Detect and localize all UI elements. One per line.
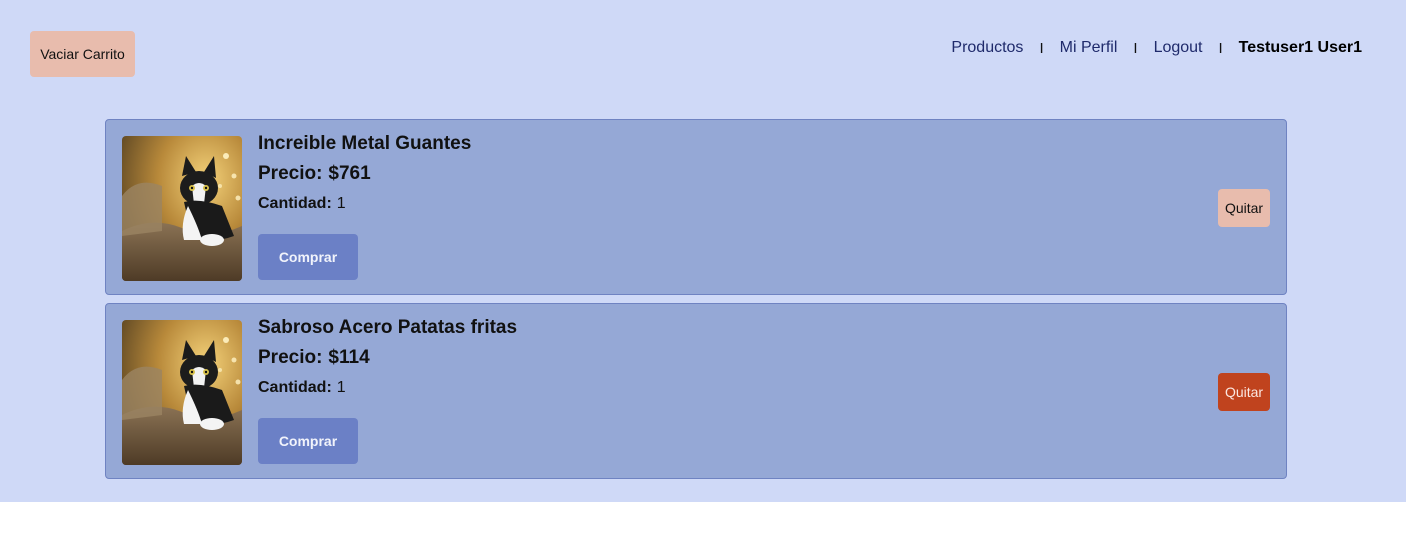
current-user-name: Testuser1 User1 <box>1238 39 1362 56</box>
nav-link-products[interactable]: Productos <box>951 39 1023 57</box>
nav-separator: I <box>1133 39 1138 57</box>
top-nav: Productos I Mi Perfil I Logout I Testuse… <box>951 37 1362 59</box>
buy-button[interactable]: Comprar <box>258 234 358 280</box>
cart-item: Sabroso Acero Patatas fritas Precio: $114… <box>105 303 1287 479</box>
product-quantity: Cantidad: 1 <box>258 195 346 213</box>
quantity-label: Cantidad: <box>258 195 332 212</box>
remove-button[interactable]: Quitar <box>1218 189 1270 227</box>
remove-button[interactable]: Quitar <box>1218 373 1270 411</box>
quantity-value: 1 <box>336 379 346 396</box>
price-label: Precio: <box>258 347 323 368</box>
nav-separator: I <box>1039 39 1044 57</box>
price-value: $114 <box>328 347 370 368</box>
cat-photo-icon <box>122 320 242 465</box>
nav-link-profile[interactable]: Mi Perfil <box>1060 39 1118 57</box>
cat-photo-icon <box>122 136 242 281</box>
nav-link-logout[interactable]: Logout <box>1154 39 1203 57</box>
empty-cart-button[interactable]: Vaciar Carrito <box>30 31 135 77</box>
product-price: Precio: $761 <box>258 163 371 185</box>
cart-page: Vaciar Carrito Productos I Mi Perfil I L… <box>0 0 1406 502</box>
quantity-label: Cantidad: <box>258 379 332 396</box>
product-image <box>122 136 242 281</box>
price-value: $761 <box>328 163 371 184</box>
product-quantity: Cantidad: 1 <box>258 379 346 397</box>
product-name: Increible Metal Guantes <box>258 133 472 154</box>
product-price: Precio: $114 <box>258 347 370 369</box>
price-label: Precio: <box>258 163 323 184</box>
product-name: Sabroso Acero Patatas fritas <box>258 317 518 338</box>
nav-separator: I <box>1218 39 1223 57</box>
buy-button[interactable]: Comprar <box>258 418 358 464</box>
quantity-value: 1 <box>336 195 346 212</box>
product-image <box>122 320 242 465</box>
cart-item: Increible Metal Guantes Precio: $761 Cant… <box>105 119 1287 295</box>
